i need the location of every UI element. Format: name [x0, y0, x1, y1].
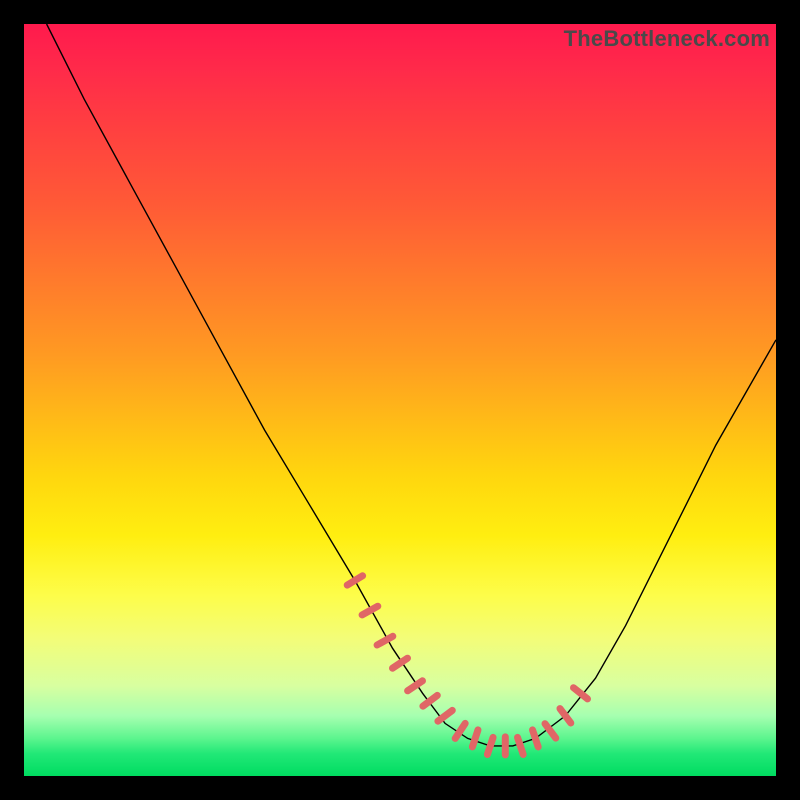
bottleneck-curve: [47, 24, 776, 746]
curve-tick: [487, 737, 493, 754]
chart-svg: [24, 24, 776, 776]
curve-tick: [533, 730, 539, 747]
curve-tick-marks: [347, 576, 587, 755]
curve-tick: [347, 576, 362, 585]
curve-tick: [574, 688, 588, 699]
curve-tick: [362, 606, 378, 615]
curve-tick: [545, 724, 556, 738]
curve-tick: [472, 730, 478, 747]
plot-frame: TheBottleneck.com: [24, 24, 776, 776]
curve-tick: [438, 710, 452, 721]
curve-tick: [518, 737, 524, 754]
